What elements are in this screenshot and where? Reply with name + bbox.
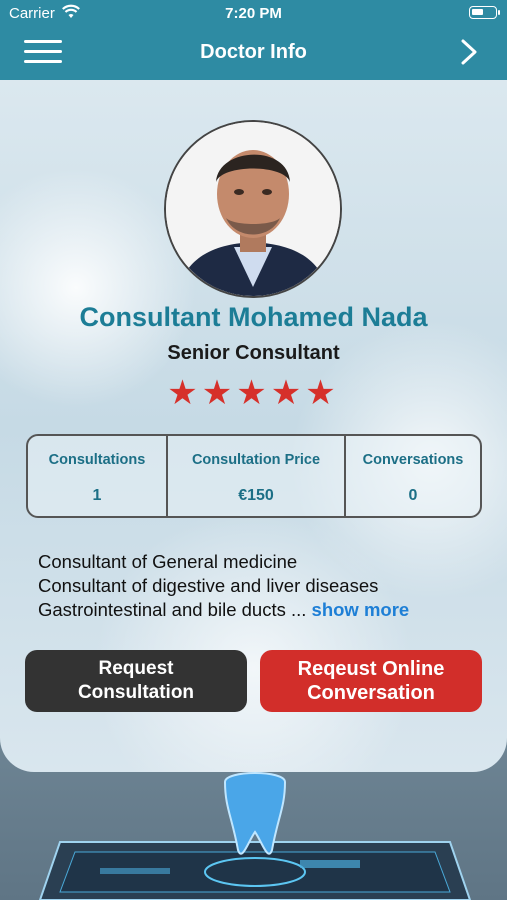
battery-icon bbox=[469, 6, 500, 19]
bio-line: Gastrointestinal and bile ducts ... bbox=[38, 599, 307, 620]
button-label-line: Request bbox=[98, 658, 174, 679]
request-consultation-button[interactable]: Request Consultation bbox=[25, 650, 247, 712]
stat-value: 1 bbox=[92, 487, 102, 504]
doctor-bio: Consultant of General medicine Consultan… bbox=[38, 550, 409, 622]
doctor-title: Senior Consultant bbox=[167, 342, 340, 364]
page-title: Doctor Info bbox=[200, 41, 307, 63]
status-bar: Carrier 7:20 PM bbox=[0, 0, 507, 28]
show-more-link[interactable]: show more bbox=[312, 599, 410, 620]
doctor-photo bbox=[166, 122, 340, 296]
stat-conversations: Conversations 0 bbox=[344, 436, 480, 516]
rating-stars: ★★★★★ bbox=[167, 374, 340, 412]
stat-label: Conversations bbox=[362, 452, 464, 468]
tooth-hologram-illustration bbox=[38, 772, 472, 900]
decorative-background bbox=[0, 772, 507, 900]
stat-value: €150 bbox=[238, 487, 274, 504]
clock: 7:20 PM bbox=[225, 5, 282, 22]
stat-consultation-price: Consultation Price €150 bbox=[166, 436, 344, 516]
bio-line: Consultant of digestive and liver diseas… bbox=[38, 575, 379, 596]
bio-line: Consultant of General medicine bbox=[38, 551, 298, 572]
stat-label: Consultation Price bbox=[191, 452, 321, 468]
request-online-conversation-button[interactable]: Reqeust Online Conversation bbox=[260, 650, 482, 712]
button-label-line: Consultation bbox=[77, 682, 195, 703]
button-label-line: Reqeust Online bbox=[297, 658, 445, 680]
stats-panel: Consultations 1 Consultation Price €150 … bbox=[26, 434, 482, 518]
chevron-right-icon[interactable] bbox=[457, 38, 481, 66]
stat-label: Consultations bbox=[48, 452, 146, 468]
button-label-line: Conversation bbox=[307, 682, 435, 704]
doctor-card: Consultant Mohamed Nada Senior Consultan… bbox=[0, 80, 507, 772]
stat-consultations: Consultations 1 bbox=[28, 436, 166, 516]
bio-line-truncated: Gastrointestinal and bile ducts ... show… bbox=[38, 598, 409, 622]
app-header: Carrier 7:20 PM Doctor Info bbox=[0, 0, 507, 80]
doctor-avatar bbox=[164, 120, 342, 298]
doctor-name: Consultant Mohamed Nada bbox=[79, 302, 428, 332]
stat-value: 0 bbox=[408, 487, 418, 504]
